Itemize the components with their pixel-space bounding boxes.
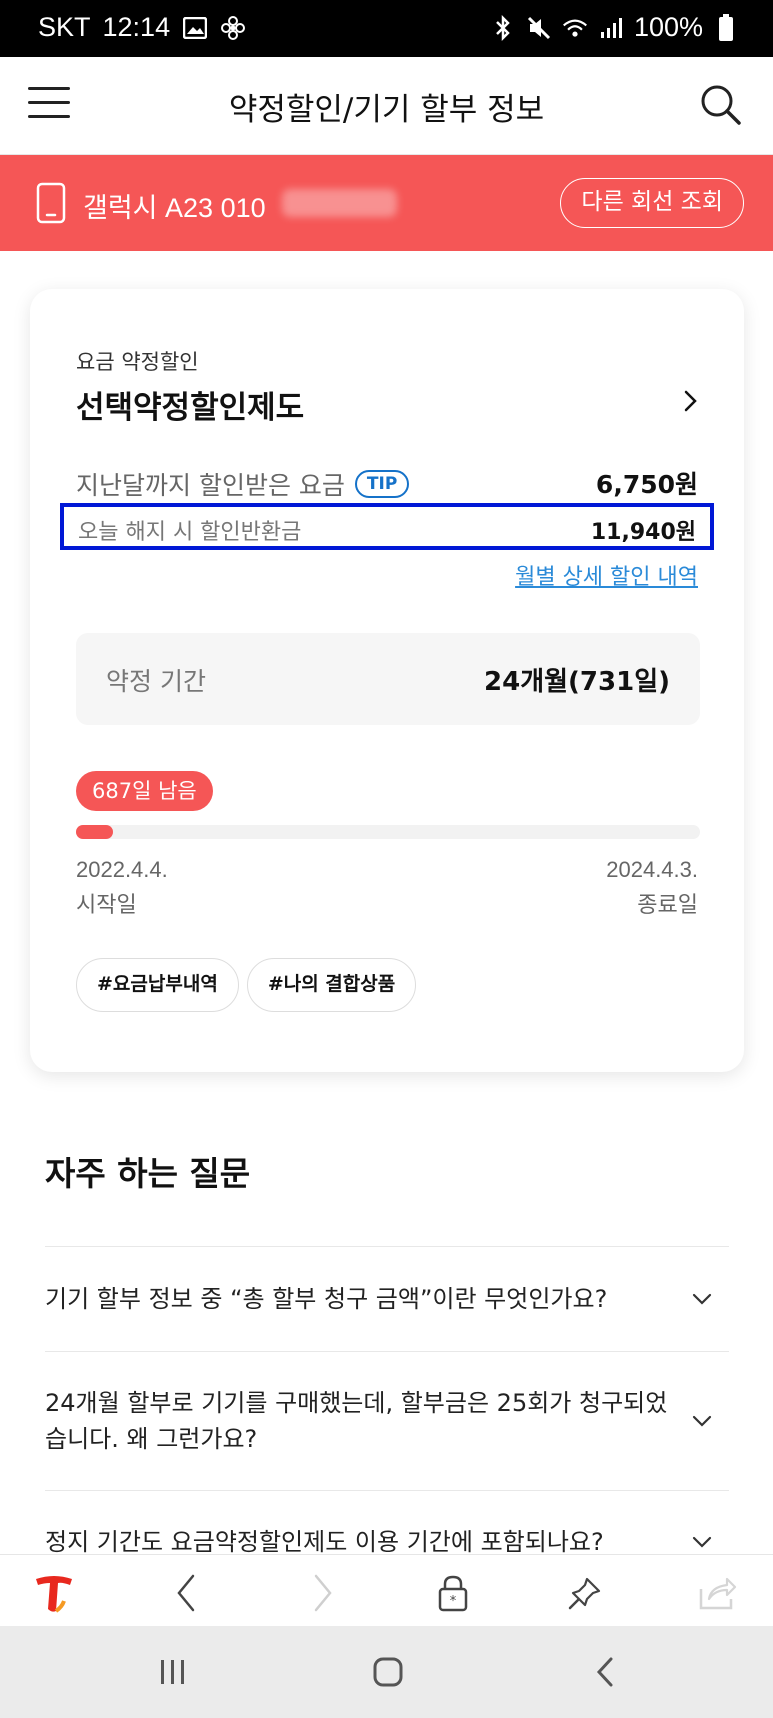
line-banner: 갤럭시 A23 010 다른 회선 조회: [0, 155, 773, 251]
discount-received-value: 6,750원: [595, 470, 698, 499]
system-nav-bar: [0, 1626, 773, 1718]
wifi-icon: [562, 15, 588, 41]
masked-phone-number: [282, 189, 397, 217]
faq-item[interactable]: 기기 할부 정보 중 “총 할부 청구 금액”이란 무엇인가요?: [45, 1246, 729, 1351]
contract-period-box: 약정 기간 24개월(731일): [76, 633, 700, 725]
period-value: 24개월(731일): [484, 667, 670, 697]
chevron-right-icon[interactable]: [680, 386, 702, 416]
other-line-button[interactable]: 다른 회선 조회: [560, 178, 744, 228]
faq-question: 24개월 할부로 기기를 구매했는데, 할부금은 25회가 청구되었습니다. 왜…: [45, 1389, 668, 1453]
battery-icon: [713, 13, 739, 41]
app-header: 약정할인/기기 할부 정보: [0, 57, 773, 155]
status-bar: SKT 12:14 100%: [0, 0, 773, 57]
discount-received-row: 지난달까지 할인받은 요금 TIP: [76, 466, 410, 502]
tip-badge[interactable]: TIP: [354, 470, 410, 498]
signal-icon: [598, 15, 624, 41]
tag-list: #요금납부내역 #나의 결합상품: [76, 958, 417, 1012]
chevron-down-icon: [692, 1415, 712, 1427]
start-label: 시작일: [76, 893, 137, 918]
bluetooth-icon: [490, 14, 516, 41]
share-icon[interactable]: [695, 1571, 739, 1615]
end-label: 종료일: [637, 893, 698, 918]
browser-toolbar: *: [0, 1554, 773, 1626]
system-back-icon[interactable]: [585, 1652, 625, 1692]
start-date: 2022.4.4.: [76, 857, 168, 882]
contract-progress-bar: [76, 825, 700, 839]
search-icon[interactable]: [699, 83, 743, 127]
faq-question: 기기 할부 정보 중 “총 할부 청구 금액”이란 무엇인가요?: [45, 1285, 608, 1313]
faq-item[interactable]: 24개월 할부로 기기를 구매했는데, 할부금은 25회가 청구되었습니다. 왜…: [45, 1351, 729, 1490]
t-logo-icon[interactable]: [32, 1571, 76, 1615]
carrier-label: SKT: [38, 12, 91, 42]
faq-title: 자주 하는 질문: [45, 1154, 251, 1193]
discount-card: 요금 약정할인 선택약정할인제도 지난달까지 할인받은 요금 TIP 6,750…: [30, 289, 744, 1072]
pin-icon[interactable]: [563, 1571, 607, 1615]
line-name: 갤럭시 A23 010: [83, 193, 266, 223]
home-icon[interactable]: [368, 1652, 408, 1692]
gallery-notification-icon: [182, 15, 208, 41]
penalty-label: 오늘 해지 시 할인반환금: [78, 520, 302, 545]
page-title: 약정할인/기기 할부 정보: [228, 92, 545, 128]
chevron-down-icon: [692, 1293, 712, 1305]
chevron-down-icon: [692, 1536, 712, 1548]
battery-percent: 100%: [633, 12, 703, 42]
discount-received-label: 지난달까지 할인받은 요금: [76, 471, 345, 500]
remaining-days-badge: 687일 남음: [76, 771, 213, 811]
faq-list: 기기 할부 정보 중 “총 할부 청구 금액”이란 무엇인가요? 24개월 할부…: [45, 1246, 729, 1593]
discount-category: 요금 약정할인: [76, 350, 199, 374]
phone-icon: [36, 182, 66, 224]
forward-icon[interactable]: [301, 1571, 345, 1615]
tag-payment-history[interactable]: #요금납부내역: [76, 958, 239, 1012]
monthly-detail-link[interactable]: 월별 상세 할인 내역: [515, 559, 698, 591]
back-icon[interactable]: [164, 1571, 208, 1615]
end-date: 2024.4.3.: [606, 857, 698, 882]
recent-apps-icon[interactable]: [153, 1652, 193, 1692]
mute-icon: [526, 15, 552, 41]
penalty-row-highlight: 오늘 해지 시 할인반환금 11,940원: [60, 503, 714, 550]
penalty-value: 11,940원: [590, 520, 696, 545]
period-label: 약정 기간: [106, 667, 206, 696]
progress-fill: [76, 825, 114, 839]
tag-bundle-products[interactable]: #나의 결합상품: [246, 958, 417, 1012]
svg-text:*: *: [450, 1594, 457, 1609]
lock-icon[interactable]: *: [431, 1571, 475, 1615]
fan-notification-icon: [220, 15, 246, 41]
plan-name[interactable]: 선택약정할인제도: [76, 382, 304, 427]
clock: 12:14: [102, 12, 171, 42]
